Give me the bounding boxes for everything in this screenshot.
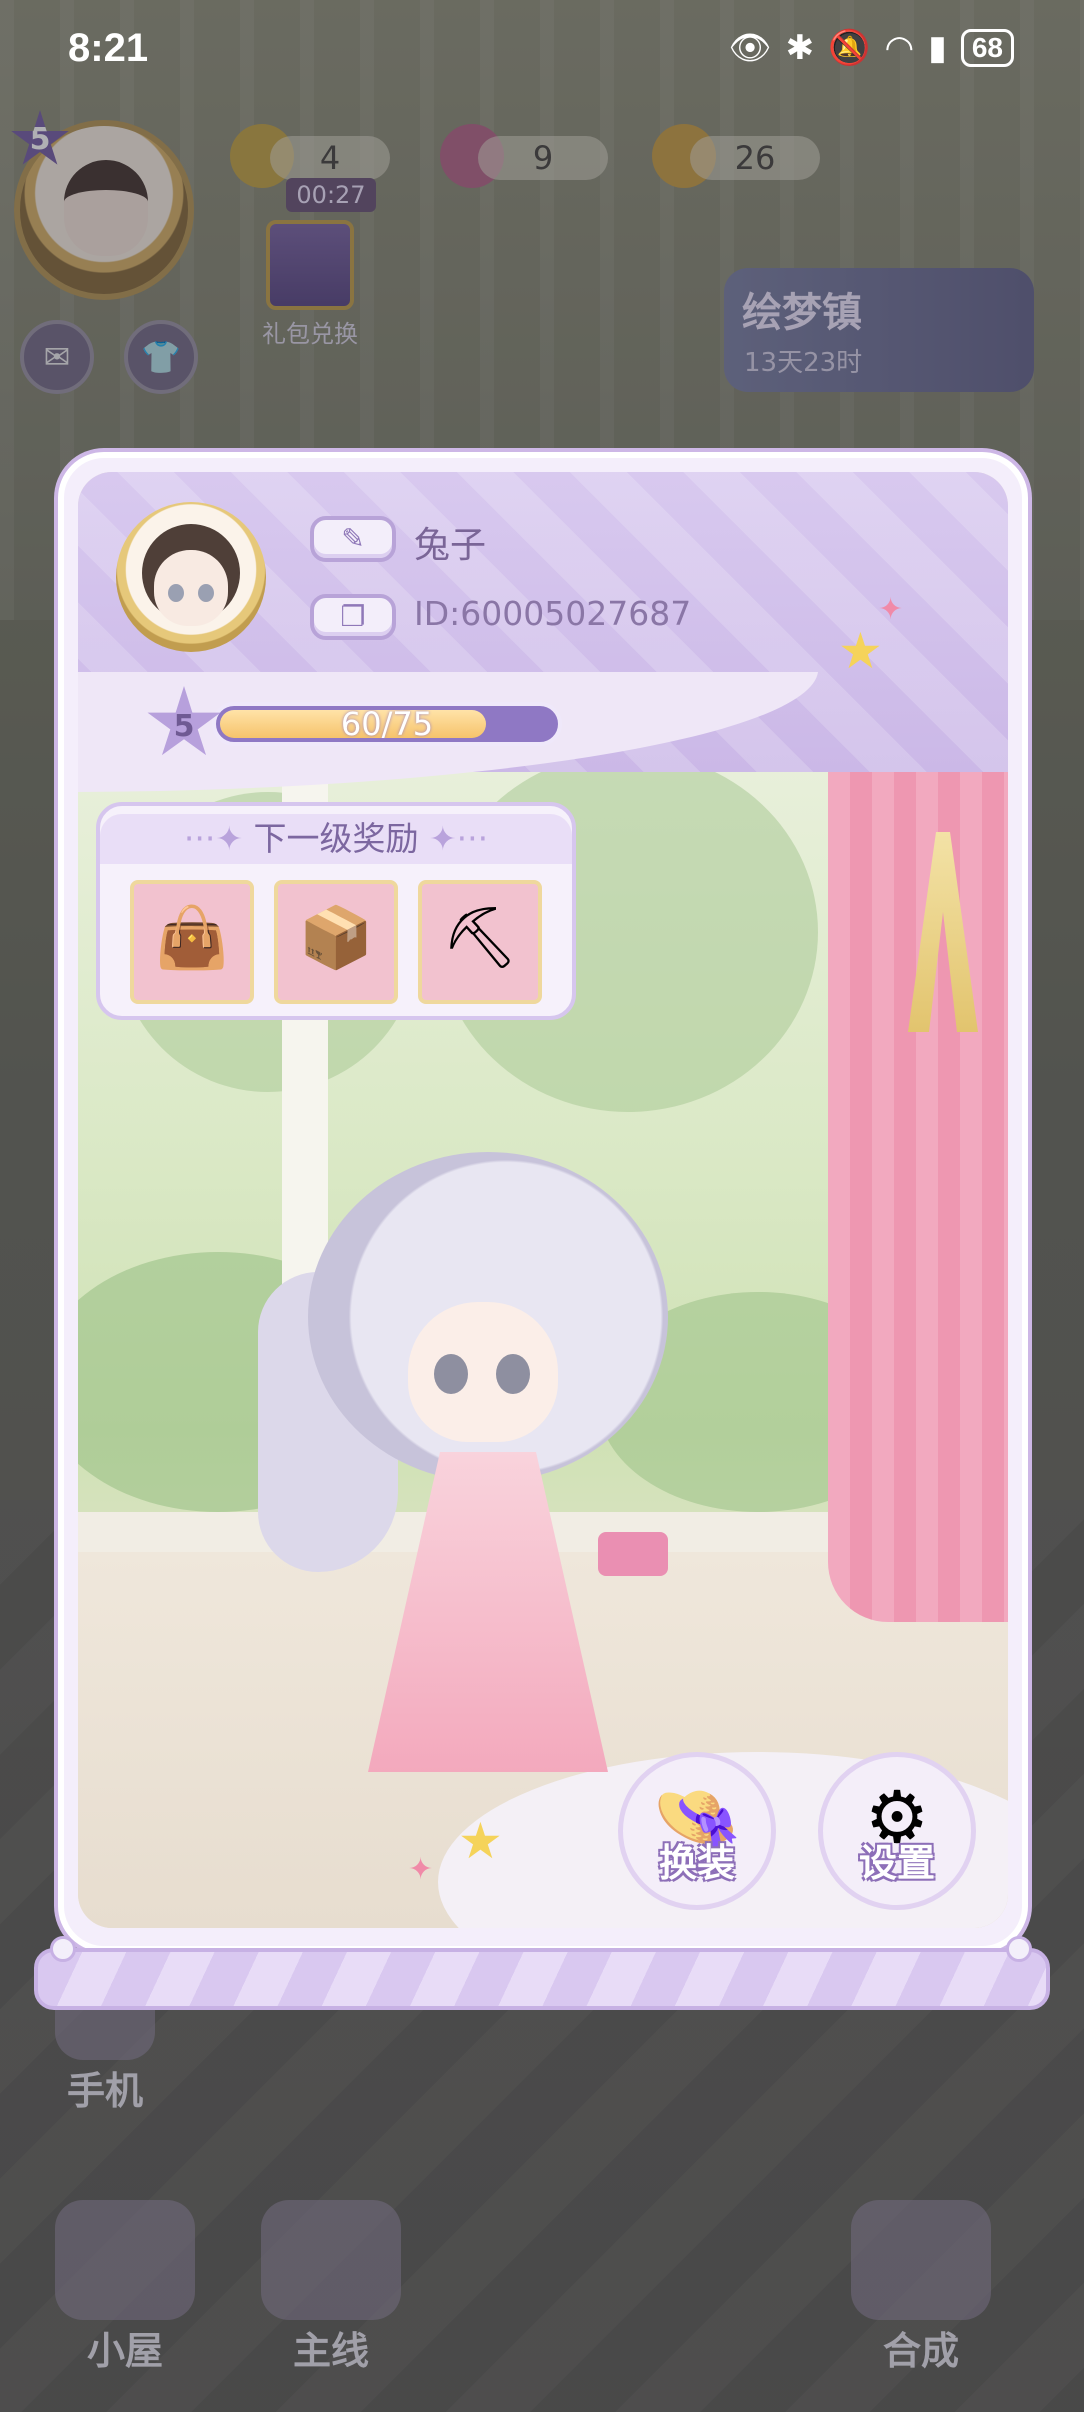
avatar-face xyxy=(154,550,228,626)
player-id: ID:60005027687 xyxy=(414,594,692,633)
settings-button[interactable]: ⚙ 设置 xyxy=(818,1752,976,1910)
xp-progress-text: 60/75 xyxy=(340,705,434,743)
mute-icon: 🔕 xyxy=(828,29,871,67)
reward-slot-2[interactable]: 📦 xyxy=(274,880,398,1004)
profile-panel-inner: ✎ 兔子 ❐ ID:60005027687 60/75 5 ···✦ 下一级奖励… xyxy=(78,472,1008,1928)
corner-ornament xyxy=(50,1936,76,1962)
dress-up-label: 换装 xyxy=(658,1841,735,1885)
star-deco-icon: ★ xyxy=(458,1812,503,1870)
sparkle-deco-icon: ✦ xyxy=(878,592,904,627)
sparkle-deco-icon: ✦ xyxy=(408,1852,434,1887)
character-dress xyxy=(368,1452,608,1772)
corner-ornament xyxy=(1006,1936,1032,1962)
treasure-box-icon: 📦 xyxy=(298,903,374,973)
wifi-icon: ◠ xyxy=(884,29,915,67)
player-name: 兔子 xyxy=(414,525,487,566)
bag-icon: 👜 xyxy=(154,903,230,973)
eye-icon: 👁 xyxy=(728,29,772,67)
status-bar: 8:21 👁 ✱ 🔕 ◠ ▮ 68 xyxy=(0,0,1084,100)
rewards-title: ···✦ 下一级奖励 ✦··· xyxy=(100,814,572,864)
next-level-rewards: ···✦ 下一级奖励 ✦··· 👜 📦 ⛏ xyxy=(96,802,576,1020)
character-face xyxy=(408,1302,558,1442)
rewards-title-text: 下一级奖励 xyxy=(253,819,419,858)
star-deco-icon: ★ xyxy=(838,622,883,680)
copy-icon: ❐ xyxy=(340,600,366,633)
copy-id-button[interactable]: ❐ xyxy=(310,594,396,640)
shovel-icon: ⛏ xyxy=(441,903,519,973)
profile-panel: ✎ 兔子 ❐ ID:60005027687 60/75 5 ···✦ 下一级奖励… xyxy=(58,452,1028,1952)
diamond-deco-icon: ✦··· xyxy=(418,819,489,858)
status-time: 8:21 xyxy=(68,26,149,70)
diamond-deco-icon: ···✦ xyxy=(183,819,254,858)
reward-slot-1[interactable]: 👜 xyxy=(130,880,254,1004)
panel-base-ledge xyxy=(34,1948,1050,2010)
dress-up-button[interactable]: 👒 换装 xyxy=(618,1752,776,1910)
status-icons: 👁 ✱ 🔕 ◠ ▮ 68 xyxy=(728,28,1014,68)
xp-progress-bar: 60/75 xyxy=(212,702,562,746)
settings-label: 设置 xyxy=(858,1841,935,1885)
avatar-eye xyxy=(198,584,214,602)
edit-name-button[interactable]: ✎ xyxy=(310,516,396,562)
pencil-icon: ✎ xyxy=(341,522,365,555)
reward-slot-3[interactable]: ⛏ xyxy=(418,880,542,1004)
profile-avatar[interactable] xyxy=(116,502,266,652)
battery-indicator: 68 xyxy=(960,29,1014,67)
character-handbag xyxy=(598,1532,668,1576)
character-eye xyxy=(496,1354,530,1394)
character-eye xyxy=(434,1354,468,1394)
avatar-eye xyxy=(168,584,184,602)
bluetooth-icon: ✱ xyxy=(785,29,815,67)
signal-icon: ▮ xyxy=(928,29,947,67)
player-character xyxy=(258,1152,708,1792)
